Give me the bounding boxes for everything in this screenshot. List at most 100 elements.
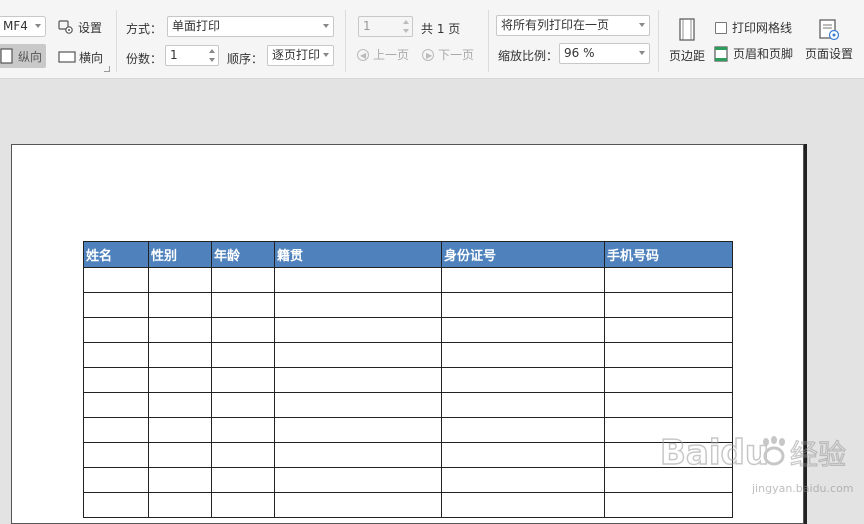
zoom-value: 96 % xyxy=(564,46,595,60)
table-cell[interactable] xyxy=(274,392,442,418)
table-cell[interactable] xyxy=(148,367,212,393)
margins-icon xyxy=(679,18,695,41)
portrait-button[interactable]: 纵向 xyxy=(0,44,46,68)
table-cell[interactable] xyxy=(83,417,149,443)
table-cell[interactable] xyxy=(274,317,442,343)
table-cell[interactable] xyxy=(441,367,605,393)
stepper-arrows-icon[interactable] xyxy=(402,19,410,34)
toolbar-separator xyxy=(488,10,489,72)
table-cell[interactable] xyxy=(148,267,212,293)
table-cell[interactable] xyxy=(604,442,733,468)
table-cell[interactable] xyxy=(83,392,149,418)
mode-label: 方式： xyxy=(126,22,163,36)
checkbox-icon xyxy=(715,21,727,34)
table-cell[interactable] xyxy=(148,442,212,468)
table-cell[interactable] xyxy=(274,267,442,293)
table-cell[interactable] xyxy=(211,292,275,318)
header-cell-age: 年龄 xyxy=(211,241,275,268)
table-cell[interactable] xyxy=(604,292,733,318)
next-page-button[interactable]: ▶ 下一页 xyxy=(422,46,474,63)
table-cell[interactable] xyxy=(441,417,605,443)
print-gridlines-label: 打印网格线 xyxy=(732,21,793,35)
table-row xyxy=(83,442,733,468)
table-cell[interactable] xyxy=(83,367,149,393)
arrow-right-icon: ▶ xyxy=(422,48,434,61)
scaling-option-select[interactable]: 将所有列打印在一页 xyxy=(496,15,650,36)
table-cell[interactable] xyxy=(604,317,733,343)
zoom-select[interactable]: 96 % xyxy=(559,43,650,64)
table-cell[interactable] xyxy=(274,492,442,518)
table-cell[interactable] xyxy=(83,267,149,293)
margins-button[interactable]: 页边距 xyxy=(666,18,708,64)
prev-page-button[interactable]: ◀ 上一页 xyxy=(357,46,409,63)
table-cell[interactable] xyxy=(148,492,212,518)
page-number-stepper[interactable]: 1 xyxy=(358,16,413,37)
table-row xyxy=(83,317,733,343)
table-cell[interactable] xyxy=(274,442,442,468)
print-mode-value: 单面打印 xyxy=(172,19,221,33)
table-cell[interactable] xyxy=(211,342,275,368)
zoom-label: 缩放比例： xyxy=(498,49,559,63)
settings-button[interactable]: 设置 xyxy=(58,18,102,36)
page-number-value: 1 xyxy=(363,19,371,33)
group-expand-corner[interactable] xyxy=(104,66,110,72)
table-cell[interactable] xyxy=(211,267,275,293)
table-cell[interactable] xyxy=(604,367,733,393)
stepper-arrows-icon[interactable] xyxy=(208,48,216,63)
table-cell[interactable] xyxy=(441,492,605,518)
table-cell[interactable] xyxy=(441,317,605,343)
print-mode-select[interactable]: 单面打印 xyxy=(167,16,334,37)
table-body xyxy=(83,267,733,518)
table-cell[interactable] xyxy=(441,392,605,418)
table-row xyxy=(83,392,733,418)
table-cell[interactable] xyxy=(211,367,275,393)
landscape-button[interactable]: 横向 xyxy=(58,48,103,66)
table-cell[interactable] xyxy=(148,467,212,493)
table-cell[interactable] xyxy=(274,467,442,493)
header-footer-button[interactable]: 页眉和页脚 xyxy=(714,45,793,62)
table-cell[interactable] xyxy=(604,467,733,493)
print-gridlines-checkbox[interactable]: 打印网格线 xyxy=(715,19,792,36)
table-cell[interactable] xyxy=(148,317,212,343)
table-cell[interactable] xyxy=(274,367,442,393)
table-cell[interactable] xyxy=(274,292,442,318)
table-cell[interactable] xyxy=(83,317,149,343)
table-cell[interactable] xyxy=(211,467,275,493)
table-cell[interactable] xyxy=(83,442,149,468)
table-cell[interactable] xyxy=(274,417,442,443)
portrait-label: 纵向 xyxy=(18,49,43,64)
table-cell[interactable] xyxy=(604,417,733,443)
header-cell-phone: 手机号码 xyxy=(604,241,733,268)
table-cell[interactable] xyxy=(148,392,212,418)
table-cell[interactable] xyxy=(604,492,733,518)
table-cell[interactable] xyxy=(604,342,733,368)
margins-label: 页边距 xyxy=(668,49,705,63)
table-cell[interactable] xyxy=(441,292,605,318)
copies-stepper[interactable]: 1 xyxy=(165,45,219,66)
prev-page-label: 上一页 xyxy=(373,48,410,62)
table-cell[interactable] xyxy=(604,392,733,418)
table-cell[interactable] xyxy=(211,392,275,418)
table-cell[interactable] xyxy=(83,292,149,318)
paper-size-select[interactable]: MF4 xyxy=(0,16,46,37)
table-cell[interactable] xyxy=(441,267,605,293)
table-cell[interactable] xyxy=(604,267,733,293)
page-setup-button[interactable]: 页面设置 xyxy=(803,18,855,62)
page-setup-icon xyxy=(819,19,840,41)
table-cell[interactable] xyxy=(441,442,605,468)
page-setup-label: 页面设置 xyxy=(804,47,853,61)
table-cell[interactable] xyxy=(211,317,275,343)
table-cell[interactable] xyxy=(148,342,212,368)
table-cell[interactable] xyxy=(211,492,275,518)
table-cell[interactable] xyxy=(211,417,275,443)
table-cell[interactable] xyxy=(441,342,605,368)
table-cell[interactable] xyxy=(274,342,442,368)
print-order-select[interactable]: 逐页打印 xyxy=(267,45,334,66)
table-cell[interactable] xyxy=(83,467,149,493)
table-cell[interactable] xyxy=(83,492,149,518)
table-cell[interactable] xyxy=(148,417,212,443)
table-cell[interactable] xyxy=(148,292,212,318)
table-cell[interactable] xyxy=(83,342,149,368)
table-cell[interactable] xyxy=(441,467,605,493)
table-cell[interactable] xyxy=(211,442,275,468)
